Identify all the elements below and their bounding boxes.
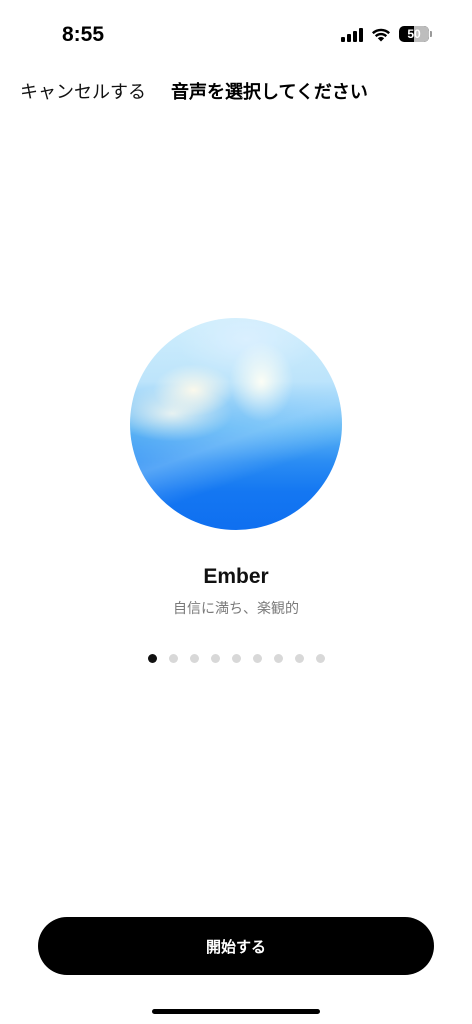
page-title: 音声を選択してください [171,82,368,103]
status-icons: 50 [341,26,432,42]
voice-orb[interactable] [130,318,342,530]
page-indicator [148,654,325,663]
page-dot[interactable] [232,654,241,663]
voice-name: Ember [203,565,269,588]
cellular-signal-icon [341,26,363,42]
page-dot[interactable] [211,654,220,663]
status-time: 8:55 [62,23,105,46]
page-dot[interactable] [169,654,178,663]
page-dot[interactable] [190,654,199,663]
battery-percent: 50 [407,27,421,41]
cancel-button[interactable]: キャンセルする [20,78,146,104]
page-dot[interactable] [253,654,262,663]
battery-body: 50 [399,26,429,42]
home-indicator [152,1009,320,1014]
status-bar: 8:55 50 [0,0,472,70]
voice-description: 自信に満ち、楽観的 [173,601,299,617]
start-button[interactable]: 開始する [38,917,434,975]
page-dot[interactable] [274,654,283,663]
page-dot[interactable] [148,654,157,663]
nav-bar: キャンセルする 音声を選択してください [0,78,472,108]
page-dot[interactable] [295,654,304,663]
battery-cap [430,31,432,37]
page-dot[interactable] [316,654,325,663]
battery-icon: 50 [399,26,432,42]
orb-highlight [130,318,342,530]
wifi-icon [372,28,390,41]
